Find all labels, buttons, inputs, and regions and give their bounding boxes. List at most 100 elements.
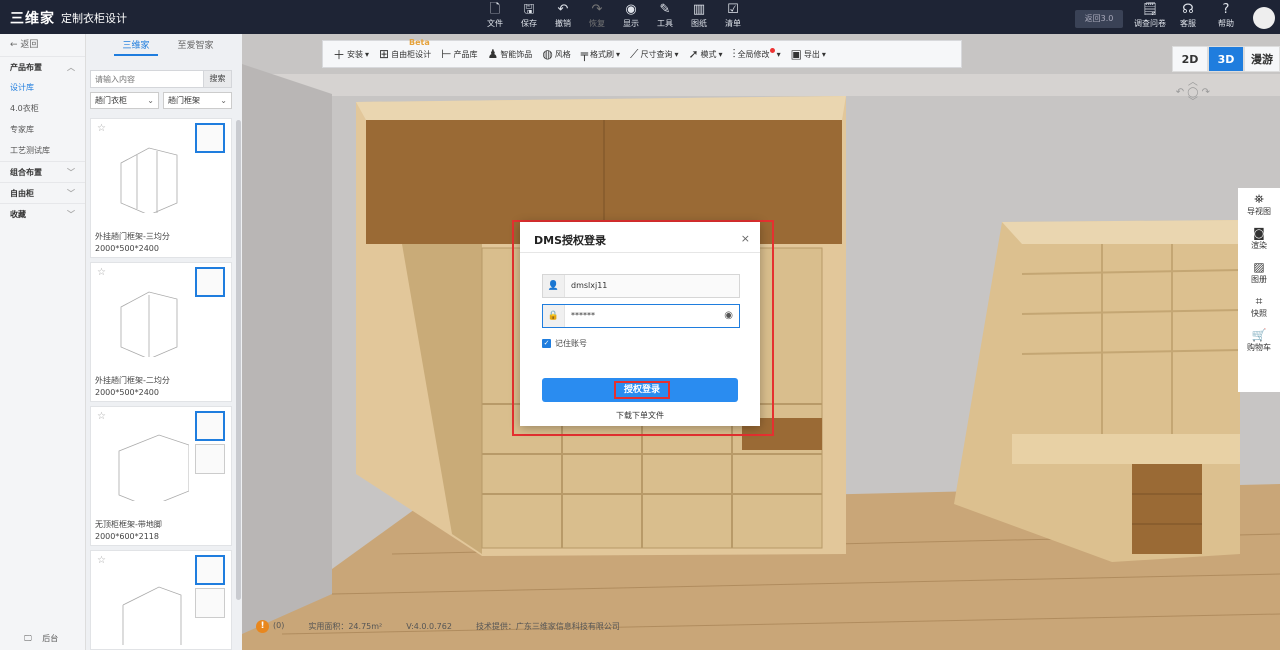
dialog-title: DMS授权登录: [534, 234, 606, 247]
free-cabinet-design-button[interactable]: ⊞ 自由柜设计 Beta: [379, 38, 431, 61]
star-icon[interactable]: ☆: [97, 123, 106, 134]
variant-thumb[interactable]: [195, 267, 225, 297]
panel-scrollbar[interactable]: [236, 120, 241, 600]
plus-icon: ＋: [333, 47, 346, 62]
mode-button[interactable]: ➚ 模式 ▾: [688, 47, 722, 61]
password-field[interactable]: 🔒 ****** ◉: [542, 304, 740, 328]
app-title: 定制衣柜设计: [61, 12, 127, 25]
menu-redo[interactable]: ↷ 恢复: [580, 2, 614, 30]
gallery-button[interactable]: ▨ 图册: [1238, 256, 1280, 290]
product-caption: 外挂趟门框架-三均分 2000*500*2400: [95, 232, 170, 253]
username-field[interactable]: 👤 dmslxj11: [542, 274, 740, 298]
nav-group-combo[interactable]: 组合布置 ﹀: [0, 161, 85, 182]
close-icon[interactable]: ×: [741, 232, 750, 245]
dms-login-dialog: DMS授权登录 × 👤 dmslxj11 🔒 ****** ◉ ✓ 记住账号 授…: [520, 222, 760, 426]
panel-tabs: 三维家 至爱智家: [86, 34, 242, 56]
view-3d-button[interactable]: 3D: [1208, 46, 1244, 72]
smart-decor-button[interactable]: ♟ 智能饰品: [488, 47, 533, 61]
left-nav: ← 返回 产品布置 ︿ 设计库 4.0衣柜 专家库 工艺测试库 组合布置 ﹀ 自由柜…: [0, 34, 86, 650]
file-icon: 🗋: [489, 2, 501, 17]
view-rotate-control[interactable]: ︿ ↶ ◯ ↷ ﹀: [1176, 78, 1210, 108]
product-card[interactable]: ☆ 无顶柜框架-带地脚 2000*600*2118: [90, 406, 232, 546]
show-password-icon[interactable]: ◉: [724, 305, 733, 327]
authorize-login-button[interactable]: 授权登录: [542, 378, 738, 402]
menu-tool[interactable]: ✎ 工具: [648, 2, 682, 30]
variant-thumb[interactable]: [195, 444, 225, 474]
nav-group-favorites[interactable]: 收藏 ﹀: [0, 203, 85, 224]
variant-thumb[interactable]: [195, 555, 225, 585]
main-toolbar: ＋安装 ▾ ⊞ 自由柜设计 Beta ⊢ 产品库 ♟ 智能饰品 ◍ 风格 ╤ 格式刷 ▾ ⟋ 尺寸…: [322, 38, 962, 68]
product-library-button[interactable]: ⊢ 产品库: [441, 47, 477, 61]
snapshot-button[interactable]: ⌗ 快照: [1238, 290, 1280, 324]
size-query-button[interactable]: ⟋ 尺寸查询 ▾: [630, 47, 678, 62]
product-card[interactable]: ☆ 外挂趟门框架-二均分 2000*500*2400: [90, 262, 232, 402]
install-button[interactable]: ＋安装 ▾: [333, 46, 369, 63]
variant-thumb[interactable]: [195, 123, 225, 153]
render-button[interactable]: ◙ 渲染: [1238, 222, 1280, 256]
cart-button[interactable]: 🛒 购物车: [1238, 324, 1280, 358]
variant-thumb[interactable]: [195, 411, 225, 441]
menu-undo[interactable]: ↶ 撤销: [546, 2, 580, 30]
cabinet-icon: ⊞: [379, 47, 390, 61]
warning-button[interactable]: ! (0): [256, 620, 284, 633]
beta-badge: Beta: [409, 38, 430, 47]
area-readout: 实用面积：24.75m²: [308, 622, 383, 631]
global-edit-button[interactable]: ⫶ 全局修改 ▾: [733, 47, 781, 62]
chevron-up-icon: ︿: [67, 63, 75, 72]
tab-sanweijia[interactable]: 三维家: [114, 38, 158, 56]
variant-thumbs: [195, 555, 225, 621]
nav-group-free-cabinet[interactable]: 自由柜 ﹀: [0, 182, 85, 203]
wardrobe-frame-3-image: [120, 147, 178, 213]
variant-thumb[interactable]: [195, 588, 225, 618]
caret-down-icon: ▾: [674, 49, 679, 59]
camera-icon: ◙: [1253, 226, 1265, 240]
category-select[interactable]: 趟门衣柜 ⌄: [90, 92, 159, 109]
search-button[interactable]: 搜索: [204, 70, 232, 88]
star-icon[interactable]: ☆: [97, 411, 106, 422]
admin-button[interactable]: 🖵 后台: [0, 633, 86, 644]
app-logo[interactable]: 三维家 定制衣柜设计: [10, 8, 127, 28]
survey-button[interactable]: 🗒 调查问卷: [1131, 2, 1169, 30]
cursor-icon: ➚: [688, 47, 699, 61]
nav-group-product[interactable]: 产品布置 ︿: [0, 56, 85, 77]
view-roam-button[interactable]: 漫游: [1244, 46, 1280, 72]
menu-display[interactable]: ◉ 显示: [614, 2, 648, 30]
nav-item-design-library[interactable]: 设计库: [0, 77, 85, 98]
tab-zhiaizhijia[interactable]: 至爱智家: [178, 38, 214, 56]
help-button[interactable]: ? 帮助: [1207, 2, 1245, 30]
back-to-3-button[interactable]: 返回3.0: [1075, 10, 1123, 28]
export-button[interactable]: ▣ 导出 ▾: [791, 47, 826, 61]
star-icon[interactable]: ☆: [97, 267, 106, 278]
star-icon[interactable]: ☆: [97, 555, 106, 566]
nav-item-wardrobe-4[interactable]: 4.0衣柜: [0, 98, 85, 119]
product-icon: ⊢: [441, 47, 452, 61]
monitor-icon: 🖵: [24, 634, 32, 643]
cart-icon: 🛒: [1251, 328, 1267, 342]
avatar[interactable]: [1253, 7, 1275, 29]
nav-item-expert-library[interactable]: 专家库: [0, 119, 85, 140]
back-button[interactable]: ← 返回: [0, 34, 85, 56]
nav-item-craft-test[interactable]: 工艺测试库: [0, 140, 85, 161]
chevron-down-icon[interactable]: ﹀: [1176, 98, 1210, 108]
menu-list[interactable]: ☑ 清单: [716, 2, 750, 30]
search-input[interactable]: [90, 70, 204, 88]
logo-mark: 三维家: [10, 11, 55, 27]
format-brush-button[interactable]: ╤ 格式刷 ▾: [581, 47, 620, 61]
help-icon: ?: [1222, 2, 1230, 17]
product-card[interactable]: ☆: [90, 550, 232, 650]
style-button[interactable]: ◍ 风格: [542, 47, 570, 61]
download-order-file-link[interactable]: 下载下单文件: [520, 410, 760, 421]
menu-save[interactable]: 🖫 保存: [512, 2, 546, 30]
caret-down-icon: ▾: [616, 49, 621, 59]
subcategory-select[interactable]: 趟门框架 ⌄: [163, 92, 232, 109]
service-button[interactable]: ☊ 客服: [1169, 2, 1207, 30]
product-card[interactable]: ☆ 外挂趟门框架-三均分 2000*500*2400: [90, 118, 232, 258]
top-bar: 三维家 定制衣柜设计 🗋 文件 🖫 保存 ↶ 撤销 ↷ 恢复 ◉ 显示 ✎ 工具 ▥ 图纸 ☑…: [0, 0, 1280, 34]
navigation-view-button[interactable]: ⛯ 导视图: [1238, 188, 1280, 222]
view-2d-button[interactable]: 2D: [1172, 46, 1208, 72]
menu-file[interactable]: 🗋 文件: [478, 2, 512, 30]
remember-account-checkbox[interactable]: ✓ 记住账号: [542, 338, 587, 349]
warning-icon: !: [256, 620, 269, 633]
undo-icon: ↶: [557, 2, 569, 17]
menu-drawing[interactable]: ▥ 图纸: [682, 2, 716, 30]
